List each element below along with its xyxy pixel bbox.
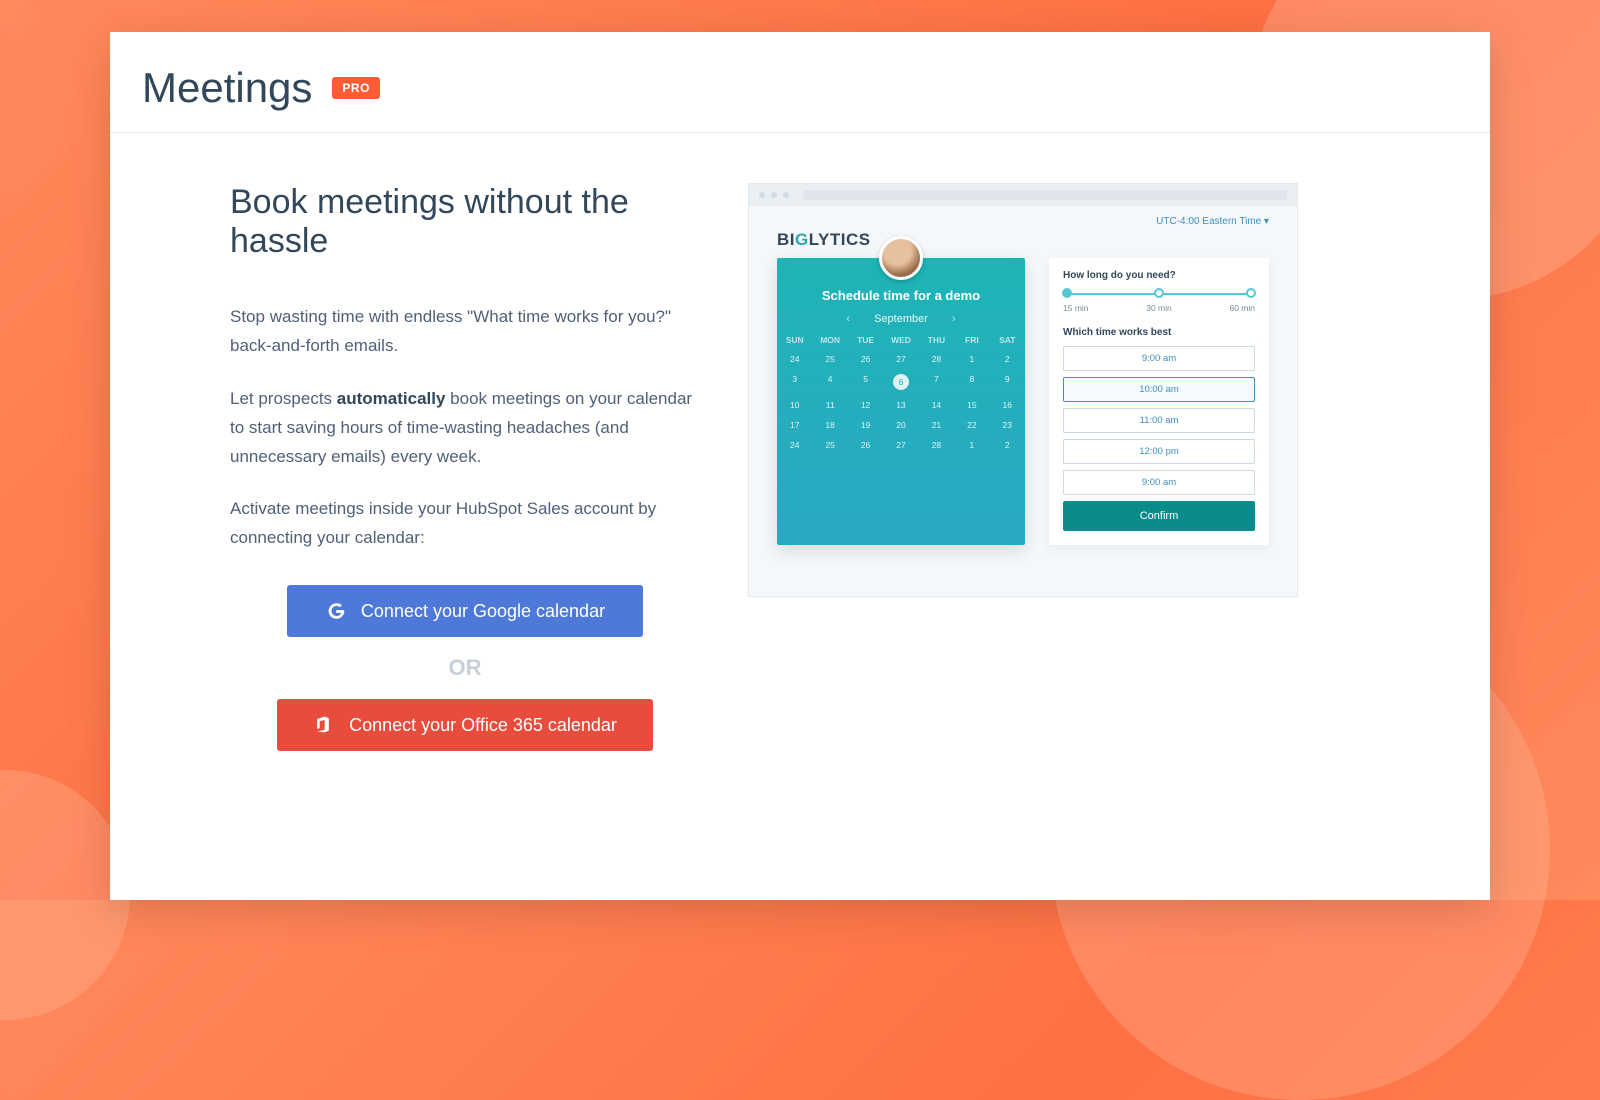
- slider-stop-60[interactable]: [1246, 288, 1256, 298]
- calendar-day-cell[interactable]: 13: [883, 395, 918, 415]
- brand-g: G: [795, 230, 809, 249]
- calendar-day-cell[interactable]: 9: [990, 369, 1025, 395]
- connect-o365-button[interactable]: Connect your Office 365 calendar: [277, 699, 653, 751]
- calendar-day-cell[interactable]: 8: [954, 369, 989, 395]
- calendar-day-cell[interactable]: 24: [777, 435, 812, 455]
- month-label: September: [874, 313, 928, 325]
- browser-dot: [771, 192, 777, 198]
- hero-title: Book meetings without the hassle: [230, 183, 700, 261]
- calendar-day-cell[interactable]: 23: [990, 415, 1025, 435]
- duration-60: 60 min: [1229, 303, 1255, 313]
- time-slot[interactable]: 9:00 am: [1063, 470, 1255, 495]
- host-avatar: [879, 236, 923, 280]
- calendar-day-head: THU: [919, 331, 954, 349]
- slider-stop-15[interactable]: [1062, 288, 1072, 298]
- calendar-day-cell[interactable]: 15: [954, 395, 989, 415]
- time-slot[interactable]: 12:00 pm: [1063, 439, 1255, 464]
- confirm-button[interactable]: Confirm: [1063, 501, 1255, 531]
- duration-label: How long do you need?: [1063, 270, 1255, 281]
- time-slots: 9:00 am 10:00 am 11:00 am 12:00 pm 9:00 am: [1063, 346, 1255, 495]
- browser-dot: [783, 192, 789, 198]
- scheduler-preview: UTC-4:00 Eastern Time ▾ BIGLYTICS Schedu…: [748, 183, 1298, 597]
- calendar-day-cell[interactable]: 5: [848, 369, 883, 395]
- page-header: Meetings PRO: [110, 64, 1490, 132]
- browser-url-bar: [803, 190, 1287, 200]
- calendar-day-cell[interactable]: 6: [883, 369, 918, 395]
- connect-google-label: Connect your Google calendar: [361, 601, 605, 622]
- pro-badge: PRO: [332, 77, 380, 99]
- calendar-title: Schedule time for a demo: [777, 288, 1025, 303]
- brand-post: LYTICS: [809, 230, 871, 249]
- calendar-day-cell[interactable]: 1: [954, 349, 989, 369]
- or-separator: OR: [449, 655, 482, 681]
- hero-para-3: Activate meetings inside your HubSpot Sa…: [230, 495, 700, 553]
- calendar-day-cell[interactable]: 28: [919, 349, 954, 369]
- duration-30: 30 min: [1146, 303, 1172, 313]
- time-slot[interactable]: 11:00 am: [1063, 408, 1255, 433]
- calendar-day-cell[interactable]: 14: [919, 395, 954, 415]
- calendar-day-cell[interactable]: 11: [812, 395, 847, 415]
- calendar-day-cell[interactable]: 7: [919, 369, 954, 395]
- google-icon: [325, 600, 347, 622]
- hero-para-2: Let prospects automatically book meeting…: [230, 385, 700, 472]
- connect-actions: Connect your Google calendar OR Connect …: [230, 585, 700, 751]
- calendar-day-cell[interactable]: 22: [954, 415, 989, 435]
- time-slot[interactable]: 10:00 am: [1063, 377, 1255, 402]
- calendar-day-cell[interactable]: 28: [919, 435, 954, 455]
- calendar-grid: SUNMONTUEWEDTHUFRISAT2425262728123456789…: [777, 331, 1025, 455]
- brand-logo: BIGLYTICS: [777, 230, 1269, 250]
- calendar-card: Schedule time for a demo ‹ September › S…: [777, 258, 1025, 545]
- page-title: Meetings: [142, 64, 312, 112]
- hero-para-2-strong: automatically: [337, 389, 446, 408]
- calendar-day-cell[interactable]: 21: [919, 415, 954, 435]
- meetings-card: Meetings PRO Book meetings without the h…: [110, 32, 1490, 900]
- calendar-day-cell[interactable]: 20: [883, 415, 918, 435]
- calendar-day-cell[interactable]: 25: [812, 435, 847, 455]
- duration-slider[interactable]: [1067, 291, 1251, 297]
- calendar-day-cell[interactable]: 18: [812, 415, 847, 435]
- hero-para-2-pre: Let prospects: [230, 389, 337, 408]
- content-row: Book meetings without the hassle Stop wa…: [110, 133, 1490, 751]
- calendar-day-head: FRI: [954, 331, 989, 349]
- timezone-selector[interactable]: UTC-4:00 Eastern Time ▾: [1156, 216, 1269, 227]
- calendar-day-head: WED: [883, 331, 918, 349]
- browser-chrome: [749, 184, 1297, 206]
- calendar-day-cell[interactable]: 27: [883, 349, 918, 369]
- calendar-day-cell[interactable]: 3: [777, 369, 812, 395]
- calendar-day-cell[interactable]: 2: [990, 435, 1025, 455]
- slider-stop-30[interactable]: [1154, 288, 1164, 298]
- connect-google-button[interactable]: Connect your Google calendar: [287, 585, 643, 637]
- hero-para-1: Stop wasting time with endless "What tim…: [230, 303, 700, 361]
- hero-copy: Book meetings without the hassle Stop wa…: [230, 183, 700, 751]
- calendar-day-cell[interactable]: 16: [990, 395, 1025, 415]
- time-slot[interactable]: 9:00 am: [1063, 346, 1255, 371]
- calendar-day-head: SAT: [990, 331, 1025, 349]
- browser-dot: [759, 192, 765, 198]
- calendar-day-head: SUN: [777, 331, 812, 349]
- duration-15: 15 min: [1063, 303, 1089, 313]
- calendar-day-cell[interactable]: 17: [777, 415, 812, 435]
- next-month-button[interactable]: ›: [952, 313, 956, 325]
- calendar-day-cell[interactable]: 24: [777, 349, 812, 369]
- calendar-day-cell[interactable]: 12: [848, 395, 883, 415]
- time-picker: How long do you need? 15 min 30 min 60 m…: [1049, 258, 1269, 545]
- calendar-day-cell[interactable]: 1: [954, 435, 989, 455]
- calendar-day-cell[interactable]: 2: [990, 349, 1025, 369]
- office-icon: [313, 714, 335, 736]
- calendar-day-cell[interactable]: 25: [812, 349, 847, 369]
- calendar-day-head: MON: [812, 331, 847, 349]
- brand-pre: BI: [777, 230, 795, 249]
- calendar-day-cell[interactable]: 27: [883, 435, 918, 455]
- calendar-day-cell[interactable]: 19: [848, 415, 883, 435]
- calendar-day-cell[interactable]: 26: [848, 435, 883, 455]
- prev-month-button[interactable]: ‹: [846, 313, 850, 325]
- connect-o365-label: Connect your Office 365 calendar: [349, 715, 617, 736]
- calendar-day-cell[interactable]: 10: [777, 395, 812, 415]
- calendar-day-head: TUE: [848, 331, 883, 349]
- time-label: Which time works best: [1063, 327, 1255, 338]
- calendar-day-cell[interactable]: 4: [812, 369, 847, 395]
- calendar-day-cell[interactable]: 26: [848, 349, 883, 369]
